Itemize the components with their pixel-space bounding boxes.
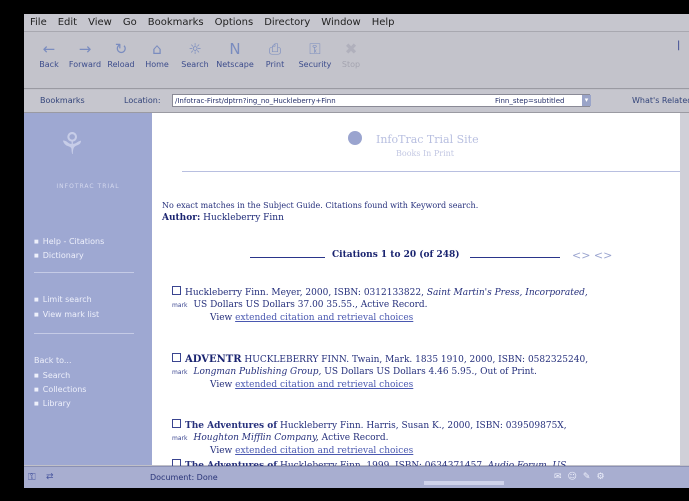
home-icon: ⌂ (152, 40, 162, 58)
sidebar-back-heading: Back to... (34, 356, 72, 365)
list-item: Huckleberry Finn. Meyer, 2000, ISBN: 031… (172, 286, 588, 323)
sidebar: ⚘ INFOTRAC TRIAL Help - Citations Dictio… (24, 113, 152, 465)
sidebar-item-collections[interactable]: Collections (34, 385, 87, 394)
logo-caption: INFOTRAC TRIAL (56, 183, 120, 190)
sidebar-item-limit-search[interactable]: Limit search (34, 295, 92, 304)
menu-bookmarks[interactable]: Bookmarks (148, 17, 204, 28)
bookmarks-button[interactable]: Bookmarks (40, 96, 85, 105)
sidebar-divider (34, 333, 134, 334)
citations-rule-right (470, 257, 560, 258)
activity-icon: ⇄ (46, 472, 54, 482)
page-nav-arrows-icon[interactable]: <> <> (572, 249, 612, 262)
stop-button[interactable]: ✖ Stop (330, 38, 372, 82)
netscape-logo-icon: | (677, 40, 681, 51)
stop-icon: ✖ (344, 40, 358, 58)
page-title: InfoTrac Trial Site (376, 133, 479, 146)
author-label: Author: (162, 213, 201, 223)
url-field[interactable]: /Infotrac-First/dptrn?ing_no_Huckleberry… (172, 94, 590, 107)
location-label: Location: (124, 96, 161, 105)
sidebar-item-dictionary[interactable]: Dictionary (34, 251, 84, 260)
author-value: Huckleberry Finn (203, 213, 284, 223)
print-icon: ⎙ (268, 40, 281, 58)
main-content: InfoTrac Trial Site Books In Print No ex… (152, 113, 689, 471)
globe-icon (348, 131, 362, 145)
print-button[interactable]: ⎙ Print (254, 38, 296, 82)
status-message: Document: Done (150, 473, 218, 482)
extended-citation-link[interactable]: extended citation and retrieval choices (235, 380, 413, 390)
mark-tag: mark (172, 369, 188, 376)
mark-tag: mark (172, 302, 188, 309)
sidebar-item-view-mark-list[interactable]: View mark list (34, 310, 99, 319)
progress-bar (424, 481, 504, 485)
component-bar-icons[interactable]: ✉☺✎⚙ (554, 472, 611, 482)
browser-window: File Edit View Go Bookmarks Options Dire… (24, 14, 689, 488)
search-message: No exact matches in the Subject Guide. C… (162, 201, 479, 210)
list-item: ADVENTR HUCKLEBERRY FINN. Twain, Mark. 1… (172, 353, 589, 390)
whats-related-button[interactable]: What's Related (632, 96, 689, 105)
home-button[interactable]: ⌂ Home (136, 38, 178, 82)
sidebar-item-library[interactable]: Library (34, 399, 71, 408)
citations-header: Citations 1 to 20 (of 248) (332, 250, 460, 260)
location-bar: Bookmarks Location: /Infotrac-First/dptr… (24, 90, 689, 113)
menu-help[interactable]: Help (372, 17, 395, 28)
menu-file[interactable]: File (30, 17, 47, 28)
menu-go[interactable]: Go (123, 17, 137, 28)
menu-edit[interactable]: Edit (58, 17, 77, 28)
menu-directory[interactable]: Directory (264, 17, 310, 28)
mark-checkbox[interactable] (172, 286, 181, 295)
netscape-icon: N (229, 40, 241, 58)
extended-citation-link[interactable]: extended citation and retrieval choices (235, 446, 413, 456)
sidebar-divider (34, 272, 134, 273)
navigation-toolbar: ← Back → Forward ↻ Reload ⌂ Home ☼ Searc… (24, 32, 689, 89)
menu-view[interactable]: View (88, 17, 112, 28)
status-bar: ⚿ ⇄ Document: Done ✉☺✎⚙ (24, 466, 689, 488)
menu-options[interactable]: Options (215, 17, 254, 28)
lock-icon[interactable]: ⚿ (28, 472, 36, 483)
author-line: Author: Huckleberry Finn (162, 213, 284, 223)
netscape-button[interactable]: N Netscape (214, 38, 256, 82)
mark-checkbox[interactable] (172, 353, 181, 362)
citations-rule-left (250, 257, 325, 258)
search-button[interactable]: ☼ Search (174, 38, 216, 82)
sidebar-item-search[interactable]: Search (34, 371, 70, 380)
mark-tag: mark (172, 435, 188, 442)
extended-citation-link[interactable]: extended citation and retrieval choices (235, 313, 413, 323)
vertical-scrollbar[interactable] (680, 113, 689, 465)
search-icon: ☼ (188, 40, 202, 58)
mark-checkbox[interactable] (172, 419, 181, 428)
infotrac-logo-icon: ⚘ (58, 127, 86, 162)
page-subtitle: Books In Print (396, 149, 454, 158)
menu-bar: File Edit View Go Bookmarks Options Dire… (24, 14, 689, 32)
chevron-down-icon[interactable]: ▾ (582, 95, 591, 106)
list-item: The Adventures of Huckleberry Finn. Harr… (172, 419, 567, 456)
menu-window[interactable]: Window (321, 17, 360, 28)
header-divider (182, 171, 689, 172)
sidebar-item-help[interactable]: Help - Citations (34, 237, 105, 246)
